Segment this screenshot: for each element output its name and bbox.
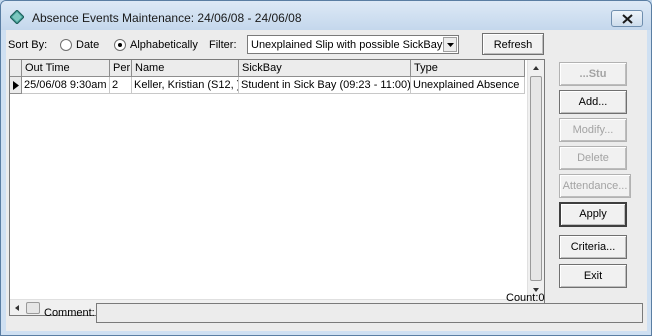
scroll-left-icon[interactable] — [11, 302, 23, 314]
grid-header: Out Time Per Name SickBay Type — [10, 60, 525, 77]
stu-button-label: ...Stu — [579, 68, 607, 80]
sort-date-radio[interactable] — [60, 39, 72, 51]
refresh-button[interactable]: Refresh — [482, 33, 544, 55]
column-header-per[interactable]: Per — [110, 60, 132, 77]
apply-button[interactable]: Apply — [559, 202, 627, 227]
close-button[interactable] — [611, 10, 643, 27]
cell-out-time[interactable]: 25/06/08 9:30am — [22, 77, 110, 94]
add-button-label: Add... — [578, 96, 608, 108]
delete-button-label: Delete — [577, 152, 609, 164]
refresh-button-label: Refresh — [493, 39, 533, 51]
dropdown-arrow-icon — [447, 43, 454, 47]
column-header-out-time[interactable]: Out Time — [22, 60, 110, 77]
absence-events-window: Absence Events Maintenance: 24/06/08 - 2… — [0, 0, 652, 336]
window-title: Absence Events Maintenance: 24/06/08 - 2… — [32, 11, 302, 25]
criteria-button[interactable]: Criteria... — [559, 235, 627, 259]
vertical-scrollbar[interactable] — [527, 60, 544, 299]
vertical-scroll-thumb[interactable] — [530, 76, 542, 281]
filter-dropdown-button[interactable] — [443, 37, 457, 52]
column-header-type[interactable]: Type — [411, 60, 525, 77]
comment-field[interactable] — [96, 303, 643, 323]
exit-button-label: Exit — [583, 270, 603, 282]
filter-value: Unexplained Slip with possible SickBay — [251, 39, 443, 51]
row-indicator[interactable] — [10, 77, 22, 94]
table-row[interactable]: 25/06/08 9:30am 2 Keller, Kristian (S12,… — [10, 77, 525, 94]
app-icon — [9, 9, 25, 25]
apply-button-label: Apply — [579, 208, 607, 220]
attendance-button[interactable]: Attendance... — [559, 174, 631, 198]
filter-select[interactable]: Unexplained Slip with possible SickBay — [247, 35, 459, 54]
stu-button[interactable]: ...Stu — [559, 62, 627, 86]
add-button[interactable]: Add... — [559, 90, 627, 114]
row-pointer-icon — [13, 81, 19, 90]
window-client-area: Sort By: Date Alphabetically Filter: Une… — [6, 30, 647, 331]
cell-per[interactable]: 2 — [110, 77, 132, 94]
sort-alphabetically-label[interactable]: Alphabetically — [130, 39, 198, 51]
absence-events-grid[interactable]: Out Time Per Name SickBay Type 25/06/08 … — [9, 59, 545, 316]
header-indicator-cell — [10, 60, 22, 77]
modify-button[interactable]: Modify... — [559, 118, 627, 142]
attendance-button-label: Attendance... — [562, 180, 628, 192]
modify-button-label: Modify... — [572, 124, 614, 136]
sort-by-label: Sort By: — [8, 39, 48, 51]
horizontal-scroll-thumb[interactable] — [26, 302, 40, 314]
title-bar[interactable]: Absence Events Maintenance: 24/06/08 - 2… — [1, 1, 651, 30]
scroll-up-icon[interactable] — [530, 62, 542, 74]
close-icon — [622, 14, 633, 24]
cell-type[interactable]: Unexplained Absence — [411, 77, 525, 94]
filter-label: Filter: — [209, 39, 237, 51]
comment-label: Comment: — [44, 307, 95, 319]
sort-alphabetically-radio[interactable] — [114, 39, 126, 51]
column-header-name[interactable]: Name — [132, 60, 239, 77]
cell-sickbay[interactable]: Student in Sick Bay (09:23 - 11:00) — [239, 77, 411, 94]
sort-date-label[interactable]: Date — [76, 39, 99, 51]
criteria-button-label: Criteria... — [570, 241, 616, 253]
cell-name[interactable]: Keller, Kristian (S12, ) — [132, 77, 239, 94]
delete-button[interactable]: Delete — [559, 146, 627, 170]
exit-button[interactable]: Exit — [559, 264, 627, 288]
column-header-sickbay[interactable]: SickBay — [239, 60, 411, 77]
